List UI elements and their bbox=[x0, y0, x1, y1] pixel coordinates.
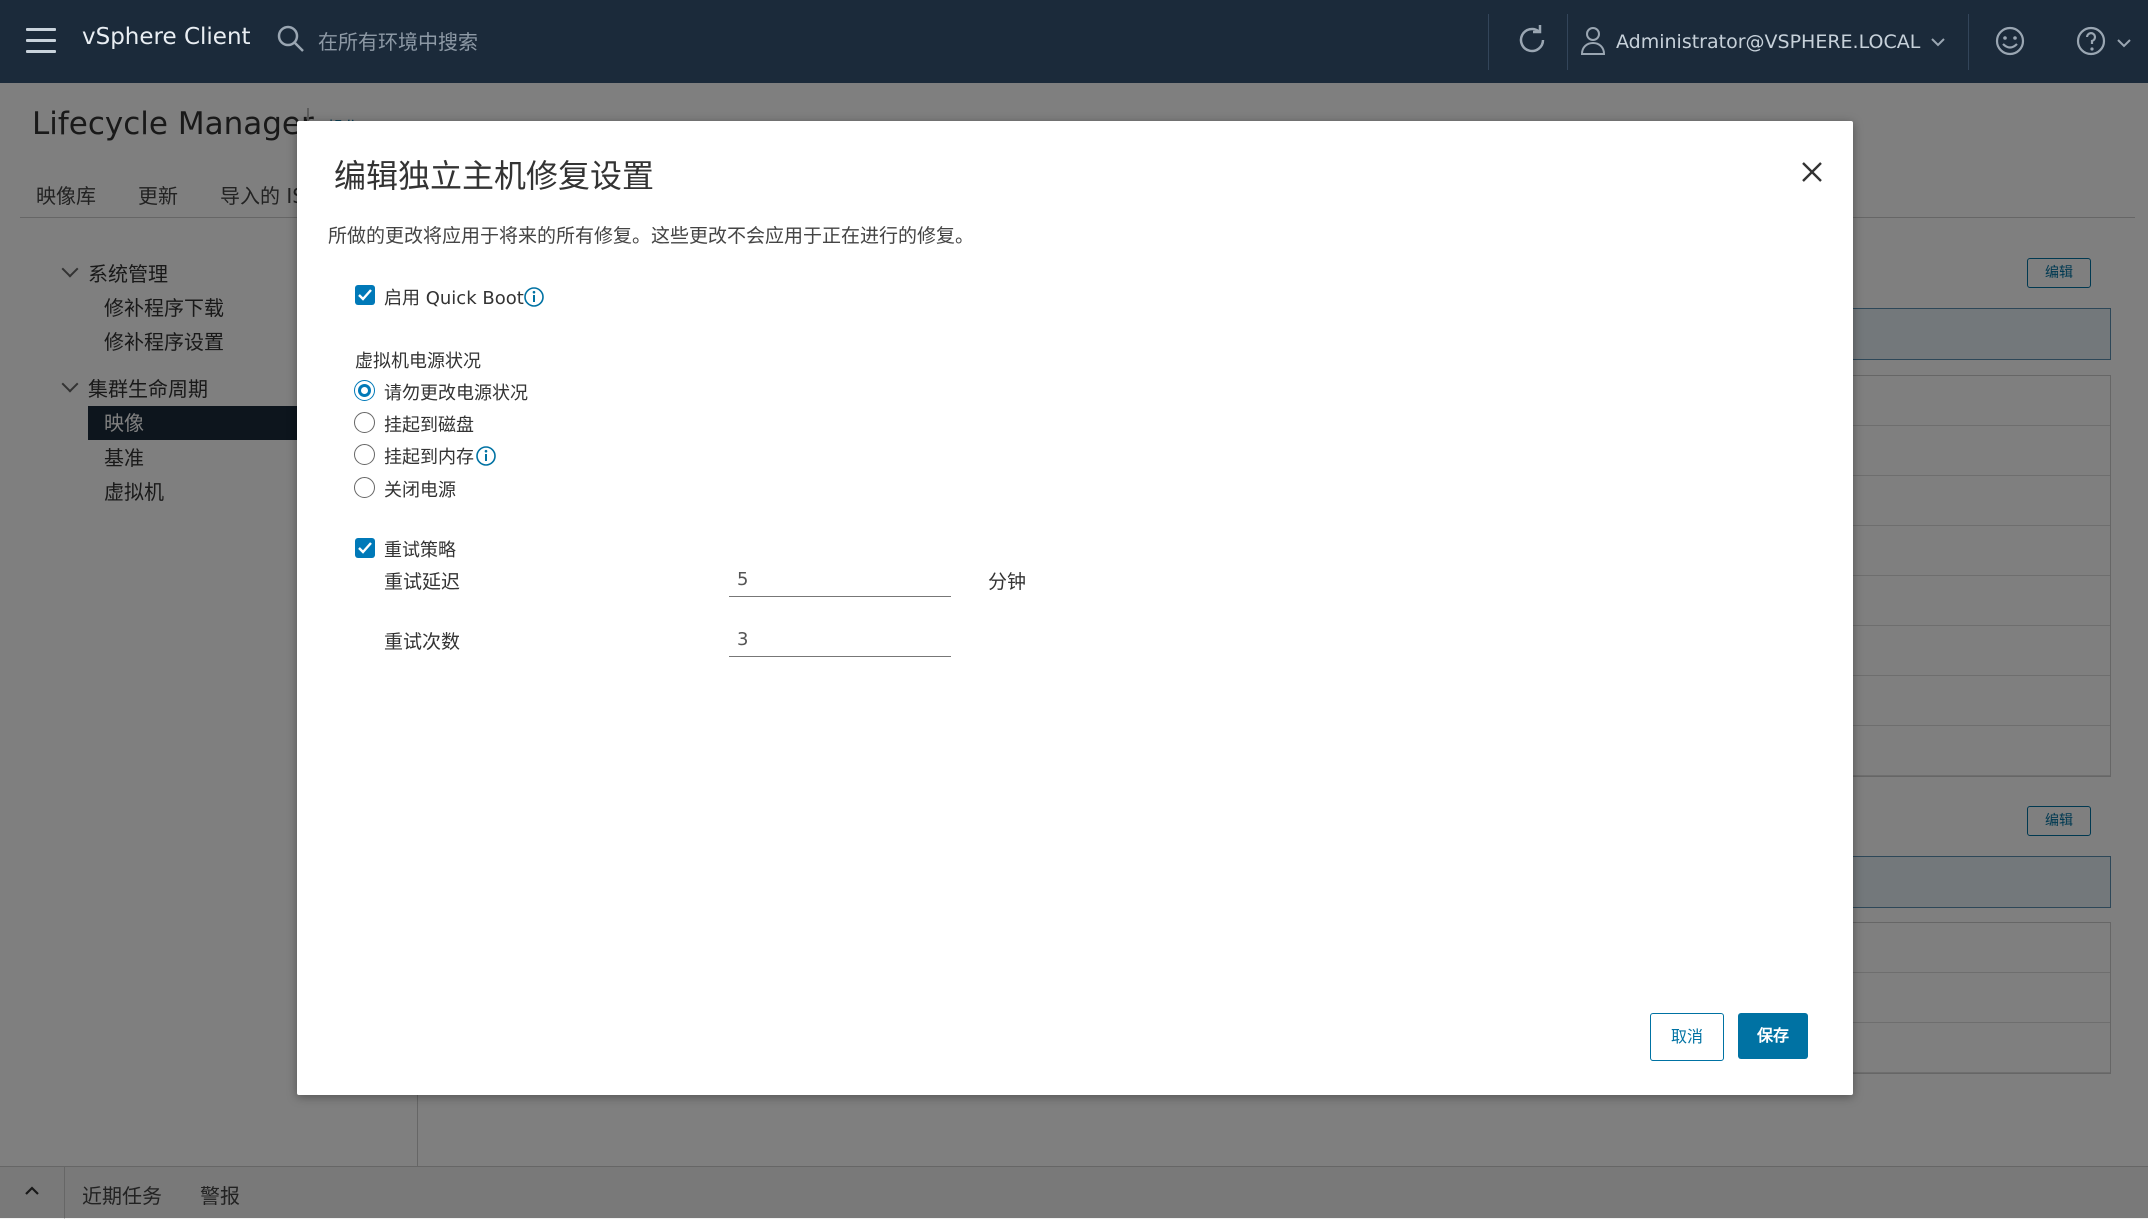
retry-delay-input[interactable] bbox=[729, 563, 951, 597]
check-icon bbox=[358, 542, 372, 554]
help-icon bbox=[2074, 24, 2108, 62]
power-option-label[interactable]: 关闭电源 bbox=[384, 476, 456, 502]
retry-policy-checkbox[interactable] bbox=[355, 538, 375, 558]
power-option-no-change-radio[interactable] bbox=[354, 380, 375, 401]
power-option-suspend-memory-radio[interactable] bbox=[354, 444, 375, 465]
dialog-title: 编辑独立主机修复设置 bbox=[334, 157, 655, 195]
dialog-description: 所做的更改将应用于将来的所有修复。这些更改不会应用于正在进行的修复。 bbox=[328, 225, 975, 247]
top-header: vSphere Client Administrator@VSPHERE.LOC… bbox=[0, 0, 2148, 83]
menu-icon[interactable] bbox=[26, 28, 56, 54]
help-menu[interactable] bbox=[2074, 24, 2132, 62]
header-divider bbox=[1488, 14, 1489, 70]
search-icon[interactable] bbox=[276, 24, 306, 58]
vm-power-state-title: 虚拟机电源状况 bbox=[355, 351, 481, 372]
app-title[interactable]: vSphere Client bbox=[82, 24, 251, 50]
power-option-label[interactable]: 挂起到内存 bbox=[384, 443, 474, 469]
remediation-settings-dialog: 编辑独立主机修复设置 所做的更改将应用于将来的所有修复。这些更改不会应用于正在进… bbox=[297, 121, 1853, 1095]
user-icon bbox=[1580, 25, 1606, 59]
close-icon[interactable] bbox=[1797, 157, 1827, 187]
header-divider bbox=[1968, 14, 1969, 70]
check-icon bbox=[358, 289, 372, 301]
save-button[interactable]: 保存 bbox=[1738, 1013, 1808, 1059]
quick-boot-label[interactable]: 启用 Quick Boot bbox=[384, 284, 524, 310]
feedback-smiley-icon[interactable] bbox=[1993, 24, 2027, 62]
power-option-label[interactable]: 请勿更改电源状况 bbox=[384, 379, 528, 405]
retry-delay-unit: 分钟 bbox=[988, 571, 1027, 593]
cancel-button[interactable]: 取消 bbox=[1650, 1013, 1724, 1061]
quick-boot-checkbox[interactable] bbox=[355, 285, 375, 305]
chevron-down-icon bbox=[1930, 33, 1946, 52]
info-icon[interactable] bbox=[475, 445, 497, 471]
header-divider bbox=[1567, 14, 1568, 70]
search-input[interactable] bbox=[316, 24, 880, 60]
retry-count-label: 重试次数 bbox=[384, 631, 461, 653]
chevron-down-icon bbox=[2116, 34, 2132, 53]
power-option-power-off-radio[interactable] bbox=[354, 477, 375, 498]
retry-delay-label: 重试延迟 bbox=[384, 571, 461, 593]
retry-policy-label[interactable]: 重试策略 bbox=[384, 536, 456, 562]
refresh-icon[interactable] bbox=[1514, 22, 1550, 62]
retry-count-input[interactable] bbox=[729, 623, 951, 657]
power-option-label[interactable]: 挂起到磁盘 bbox=[384, 411, 474, 437]
info-icon[interactable] bbox=[523, 286, 545, 312]
power-option-suspend-disk-radio[interactable] bbox=[354, 412, 375, 433]
user-menu[interactable]: Administrator@VSPHERE.LOCAL bbox=[1580, 20, 1946, 64]
user-name: Administrator@VSPHERE.LOCAL bbox=[1616, 31, 1921, 53]
